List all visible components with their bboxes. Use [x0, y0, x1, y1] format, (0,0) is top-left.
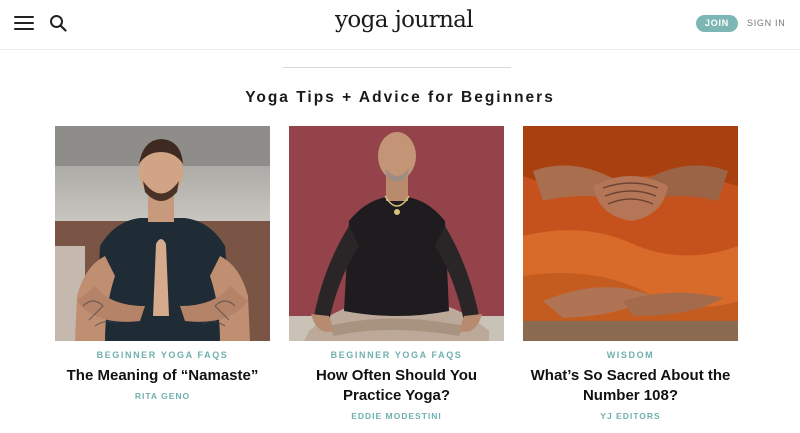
section-divider — [283, 67, 511, 68]
site-logo[interactable]: yoga journal — [335, 7, 474, 33]
card-author[interactable]: YJ EDITORS — [523, 411, 738, 421]
site-header: yoga journal JOIN SIGN IN — [0, 0, 800, 50]
article-card: BEGINNER YOGA FAQS How Often Should You … — [289, 126, 504, 421]
article-image-namaste[interactable] — [55, 126, 270, 341]
card-category[interactable]: WISDOM — [523, 350, 738, 360]
card-author[interactable]: RITA GENO — [55, 391, 270, 401]
article-image-108[interactable] — [523, 126, 738, 341]
article-card: BEGINNER YOGA FAQS The Meaning of “Namas… — [55, 126, 270, 401]
card-title[interactable]: The Meaning of “Namaste” — [55, 366, 270, 386]
card-category[interactable]: BEGINNER YOGA FAQS — [55, 350, 270, 360]
article-image-practice[interactable] — [289, 126, 504, 341]
article-card: WISDOM What’s So Sacred About the Number… — [523, 126, 738, 421]
card-title[interactable]: What’s So Sacred About the Number 108? — [523, 366, 738, 406]
hamburger-menu-icon[interactable] — [14, 15, 34, 31]
section-title: Yoga Tips + Advice for Beginners — [245, 89, 555, 106]
search-icon[interactable] — [49, 14, 67, 32]
sign-in-link[interactable]: SIGN IN — [747, 18, 785, 28]
card-category[interactable]: BEGINNER YOGA FAQS — [289, 350, 504, 360]
join-button[interactable]: JOIN — [696, 15, 738, 32]
card-author[interactable]: EDDIE MODESTINI — [289, 411, 504, 421]
card-title[interactable]: How Often Should You Practice Yoga? — [289, 366, 504, 406]
